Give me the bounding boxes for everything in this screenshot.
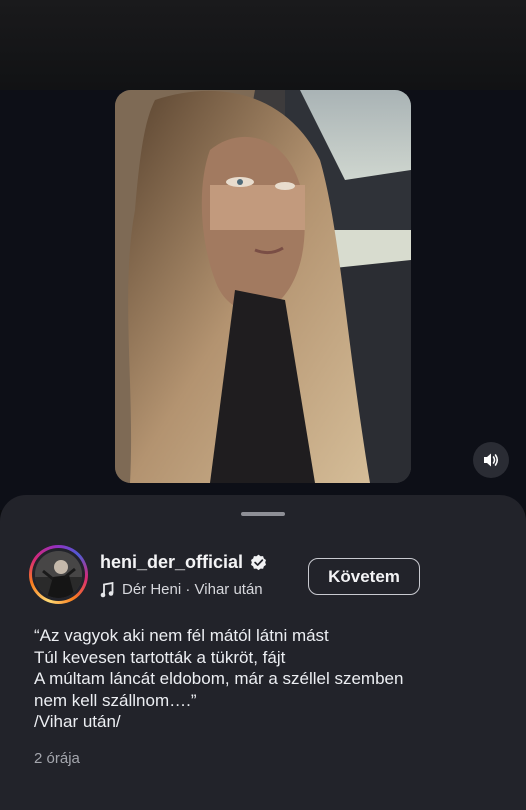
username[interactable]: heni_der_official	[100, 552, 243, 573]
avatar-image	[35, 551, 82, 598]
post-details-sheet: heni_der_official Dér Heni · Vihar után …	[0, 495, 526, 810]
music-note-icon	[100, 581, 114, 597]
username-row: heni_der_official	[100, 552, 267, 573]
music-separator: ·	[185, 581, 191, 598]
post-timestamp: 2 órája	[34, 750, 80, 767]
music-info[interactable]: Dér Heni · Vihar után	[100, 581, 263, 598]
mute-toggle-button[interactable]	[473, 442, 509, 478]
speaker-icon	[484, 453, 499, 467]
avatar[interactable]	[29, 545, 88, 604]
top-bar	[0, 0, 526, 90]
music-artist: Dér Heni	[122, 581, 182, 598]
caption-line: A múltam láncát eldobom, már a széllel s…	[34, 669, 404, 688]
caption-line: nem kell szállnom….”	[34, 690, 197, 710]
sheet-drag-handle[interactable]	[241, 512, 285, 516]
video-player[interactable]	[115, 90, 411, 483]
caption-line: “Az vagyok aki nem fél mától látni mást	[34, 626, 329, 645]
music-song: Vihar után	[194, 581, 263, 598]
video-frame-image	[115, 90, 411, 483]
post-caption: “Az vagyok aki nem fél mától látni mást …	[34, 625, 494, 733]
verified-badge-icon	[251, 554, 267, 571]
caption-line: Túl kevesen tartották a tükröt, fájt	[34, 647, 286, 667]
caption-line: /Vihar után/	[34, 712, 121, 731]
follow-button[interactable]: Követem	[308, 558, 420, 595]
